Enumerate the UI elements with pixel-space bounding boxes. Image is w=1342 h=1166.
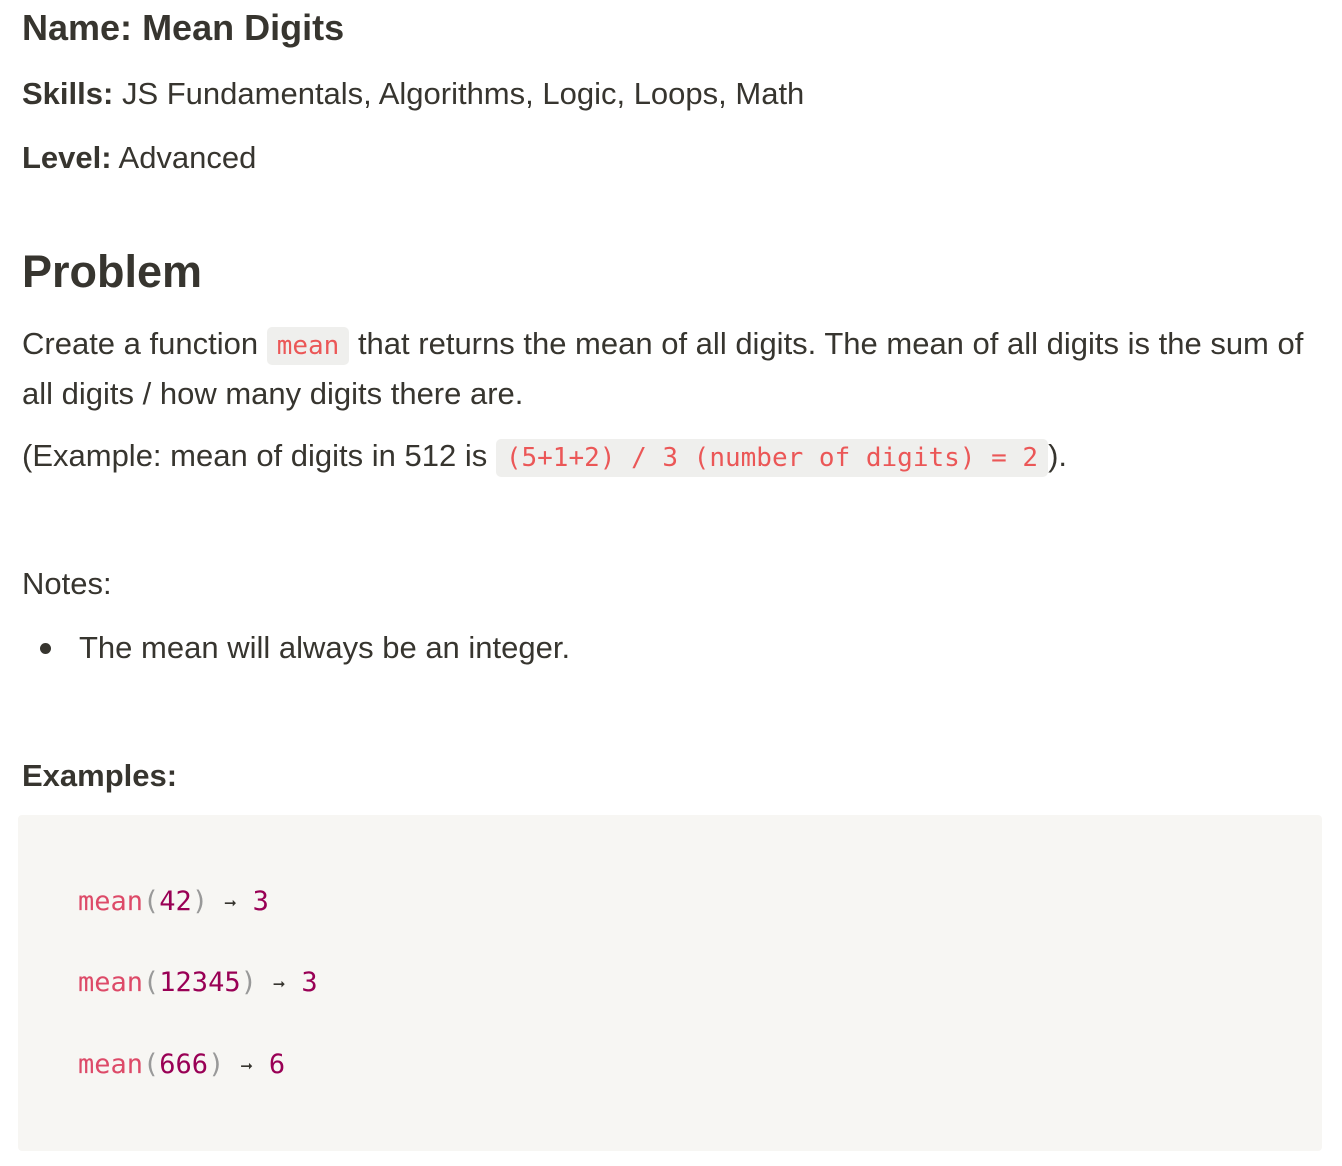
notes-label: Notes:: [22, 566, 112, 601]
code-line: mean(12345) ➞ 3: [78, 965, 318, 1002]
example-text-start: (Example: mean of digits in 512 is: [22, 438, 496, 473]
code-function: mean: [78, 886, 144, 917]
skills-line: Skills: JS Fundamentals, Algorithms, Log…: [22, 74, 804, 114]
code-result: 6: [268, 1049, 286, 1080]
code-result: 3: [301, 967, 318, 998]
problem-heading: Problem: [22, 246, 203, 297]
code-function: mean: [78, 967, 144, 998]
notes-list: The mean will always be an integer.: [22, 628, 570, 668]
name-label: Name:: [22, 7, 133, 48]
bullet-icon: [40, 643, 51, 654]
code-argument: 666: [159, 1049, 209, 1080]
level-value: Advanced: [118, 140, 257, 175]
skills-label: Skills:: [22, 76, 114, 111]
code-paren-open: (: [143, 1049, 160, 1080]
inline-code-formula: (5+1+2) / 3 (number of digits) = 2: [495, 439, 1049, 477]
list-item: The mean will always be an integer.: [22, 628, 570, 668]
code-result: 3: [252, 886, 269, 917]
arrow-icon: ➞: [240, 1054, 253, 1078]
code-paren-open: (: [143, 967, 160, 998]
code-line: mean(666) ➞ 6: [78, 1047, 285, 1084]
code-paren-close: ): [191, 886, 209, 917]
code-argument: 42: [159, 886, 192, 917]
name-heading: Name: Mean Digits: [22, 6, 344, 50]
code-function: mean: [78, 1049, 144, 1080]
level-line: Level: Advanced: [22, 138, 256, 178]
problem-description: Create a function mean that returns the …: [22, 320, 1312, 418]
challenge-name: Mean Digits: [142, 7, 345, 48]
code-paren-close: ): [240, 967, 257, 998]
example-text-end: ).: [1048, 438, 1067, 473]
arrow-icon: ➞: [273, 972, 286, 996]
description-text-start: Create a function: [22, 326, 267, 361]
examples-label: Examples:: [22, 758, 178, 793]
problem-example-text: (Example: mean of digits in 512 is (5+1+…: [22, 432, 1312, 482]
code-block: mean(42) ➞ 3 mean(12345) ➞ 3 mean(666) ➞…: [18, 815, 1322, 1151]
code-line: mean(42) ➞ 3: [78, 884, 269, 921]
code-paren-open: (: [143, 886, 160, 917]
inline-code-mean: mean: [266, 327, 350, 365]
arrow-icon: ➞: [224, 891, 237, 915]
note-text: The mean will always be an integer.: [79, 630, 571, 665]
code-argument: 12345: [159, 967, 241, 998]
level-label: Level:: [22, 140, 112, 175]
skills-value: JS Fundamentals, Algorithms, Logic, Loop…: [121, 76, 805, 111]
code-paren-close: ): [208, 1049, 225, 1080]
